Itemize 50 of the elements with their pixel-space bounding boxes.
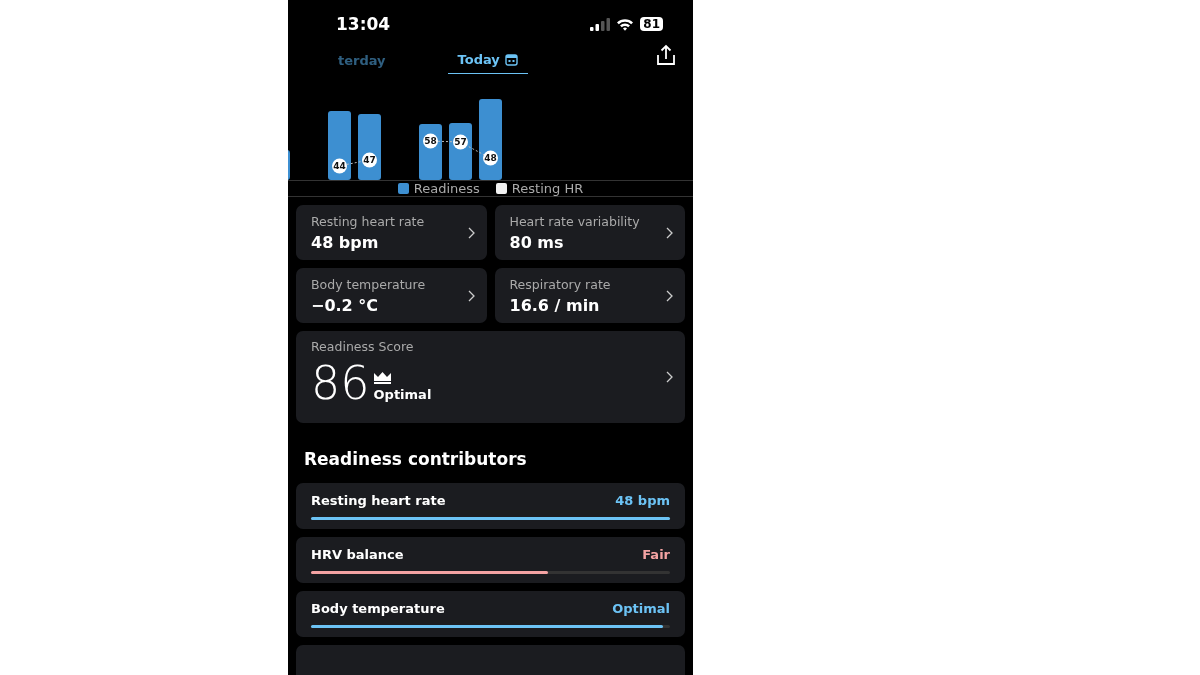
signal-icon — [590, 17, 611, 31]
battery-level: 81 — [640, 17, 663, 31]
contributor-name: HRV balance — [311, 546, 404, 562]
day-tab[interactable]: Today — [447, 46, 528, 74]
status-time: 13:04 — [336, 14, 391, 34]
chevron-icon — [467, 289, 475, 302]
calendar-icon — [504, 53, 518, 66]
score-value: 86 — [311, 360, 370, 406]
chevron-icon — [666, 289, 673, 302]
hr-point-label: 44 — [332, 158, 347, 174]
contributor-card[interactable]: HRV balance Fair — [296, 537, 685, 583]
section-heading: Readiness contributors — [304, 449, 528, 469]
metric-label: Heart rate variability — [509, 213, 640, 229]
score-label: Readiness Score — [311, 339, 415, 354]
legend-label: Readiness — [413, 181, 480, 196]
metric-value: −0.2 °C — [311, 295, 380, 315]
share-icon[interactable] — [655, 44, 677, 66]
chart-bar — [328, 111, 351, 180]
chart-bar — [419, 124, 442, 180]
contributor-status: Optimal — [612, 600, 670, 616]
hr-point-label: 48 — [483, 150, 498, 166]
chevron-icon — [666, 371, 673, 383]
contributor-status: 48 bpm — [615, 492, 670, 508]
contributor-card[interactable]: Resting heart rate 48 bpm — [296, 483, 685, 529]
wifi-icon — [616, 17, 635, 31]
score-card[interactable]: Readiness Score 86 Optimal — [296, 331, 685, 423]
metric-card[interactable]: Resting heart rate 48 bpm — [296, 205, 487, 260]
metric-label: Body temperature — [311, 276, 426, 292]
contributor-name: Resting heart rate — [311, 492, 446, 508]
contributor-status: Fair — [642, 546, 670, 562]
legend-label: Resting HR — [511, 181, 584, 196]
score-rating: Optimal — [373, 387, 432, 402]
chevron-icon — [666, 226, 673, 239]
metric-label: Resting heart rate — [311, 213, 425, 229]
metric-value: 16.6 / min — [509, 295, 601, 315]
hr-point-label: 57 — [453, 134, 468, 150]
metric-card[interactable]: Respiratory rate 16.6 / min — [494, 268, 685, 323]
crown-icon — [373, 372, 391, 384]
chart-bar — [449, 123, 472, 180]
hr-point-label: 58 — [423, 133, 438, 149]
chevron-icon — [467, 226, 475, 239]
contributor-card[interactable]: Body temperature Optimal — [296, 591, 685, 637]
metric-value: 48 bpm — [311, 232, 380, 252]
metric-card[interactable]: Heart rate variability 80 ms — [494, 205, 685, 260]
metric-label: Respiratory rate — [509, 276, 611, 292]
metric-card[interactable]: Body temperature −0.2 °C — [296, 268, 487, 323]
chart-bar — [358, 114, 381, 180]
metric-value: 80 ms — [509, 232, 565, 252]
hr-point-label: 47 — [362, 152, 377, 168]
contributor-name: Body temperature — [311, 600, 445, 616]
